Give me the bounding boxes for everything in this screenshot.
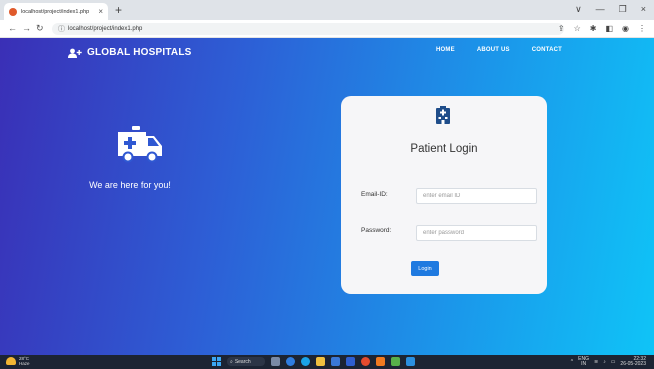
bookmark-star-icon[interactable]: ☆: [574, 23, 581, 34]
page-content: GLOBAL HOSPITALS HOME ABOUT US CONTACT W…: [0, 38, 654, 355]
search-label: Search: [234, 358, 251, 365]
user-plus-icon: [68, 48, 82, 58]
windows-start-icon[interactable]: [212, 357, 221, 366]
chrome-icon[interactable]: [361, 357, 370, 366]
store-icon[interactable]: [331, 357, 340, 366]
window-controls: ∨ — ❐ ×: [575, 4, 646, 14]
extensions-icon[interactable]: ✱: [590, 23, 597, 34]
new-tab-button[interactable]: +: [115, 3, 122, 17]
file-explorer-icon[interactable]: [316, 357, 325, 366]
maximize-button[interactable]: ❐: [619, 4, 627, 14]
taskbar-apps: ⌕ Search: [212, 357, 415, 366]
nav-about-us[interactable]: ABOUT US: [477, 47, 510, 53]
password-field[interactable]: [416, 225, 537, 241]
office-icon[interactable]: [376, 357, 385, 366]
mail-icon[interactable]: [346, 357, 355, 366]
taskbar: 28°C Haze ⌕ Search ^ ENG IN ≋ ♪ ▭ 22:32 …: [0, 355, 654, 369]
back-icon[interactable]: ←: [8, 23, 17, 34]
search-icon: ⌕: [230, 358, 233, 365]
nav-home[interactable]: HOME: [436, 47, 455, 53]
edge-browser-icon[interactable]: [301, 357, 310, 366]
login-title: Patient Login: [410, 143, 478, 155]
region: IN: [581, 361, 587, 367]
url-text: localhost/project/index1.php: [68, 26, 143, 32]
main-nav: HOME ABOUT US CONTACT: [436, 47, 562, 53]
weather-text: 28°C Haze: [19, 356, 30, 366]
vscode-icon[interactable]: [406, 357, 415, 366]
login-button[interactable]: Login: [411, 261, 439, 276]
weather-icon: [6, 357, 16, 365]
language-indicator[interactable]: ENG IN: [578, 357, 589, 367]
login-card: Patient Login Email-ID: Password: Login: [341, 96, 547, 294]
clock[interactable]: 22:32 26-05-2023: [620, 357, 646, 367]
close-window-button[interactable]: ×: [641, 4, 646, 14]
brand[interactable]: GLOBAL HOSPITALS: [68, 47, 192, 58]
menu-icon[interactable]: ⋮: [638, 23, 646, 34]
tagline: We are here for you!: [89, 180, 171, 190]
battery-icon[interactable]: ▭: [611, 359, 616, 365]
browser-tab-bar: localhost/project/index1.php × + ∨ — ❐ ×: [0, 0, 654, 20]
email-field[interactable]: [416, 188, 537, 204]
profile-avatar-icon[interactable]: ◉: [622, 23, 629, 34]
reload-icon[interactable]: ↻: [36, 23, 44, 34]
site-info-icon[interactable]: ⓘ: [58, 24, 65, 34]
nav-contact[interactable]: CONTACT: [532, 47, 562, 53]
email-label: Email-ID:: [361, 191, 388, 198]
address-bar-row: ← → ↻ ⓘ localhost/project/index1.php ⇪ ☆…: [0, 20, 654, 38]
minimize-button[interactable]: —: [596, 4, 605, 14]
ambulance-icon: [118, 126, 162, 163]
url-field[interactable]: ⓘ localhost/project/index1.php: [52, 23, 564, 35]
volume-icon[interactable]: ♪: [603, 359, 606, 365]
hospital-icon: [436, 106, 450, 124]
tab-search-icon[interactable]: ∨: [575, 4, 582, 14]
taskbar-search[interactable]: ⌕ Search: [227, 357, 265, 366]
password-label: Password:: [361, 227, 392, 234]
extension-icons: ⇪ ☆ ✱ ◧ ◉ ⋮: [558, 23, 646, 34]
share-icon[interactable]: ⇪: [558, 23, 565, 34]
wifi-icon[interactable]: ≋: [594, 359, 598, 365]
chat-icon[interactable]: [286, 357, 295, 366]
tab-close-icon[interactable]: ×: [98, 7, 103, 16]
tab-title: localhost/project/index1.php: [21, 8, 90, 15]
task-view-icon[interactable]: [271, 357, 280, 366]
browser-tab[interactable]: localhost/project/index1.php ×: [4, 3, 108, 20]
forward-icon[interactable]: →: [22, 23, 31, 34]
weather-desc: Haze: [19, 361, 30, 366]
brand-name: GLOBAL HOSPITALS: [87, 47, 192, 58]
tray-chevron-icon[interactable]: ^: [571, 359, 573, 365]
sidebar-icon[interactable]: ◧: [605, 23, 613, 34]
weather-widget[interactable]: 28°C Haze: [6, 356, 30, 366]
favicon-icon: [9, 7, 17, 16]
system-tray: ^ ENG IN ≋ ♪ ▭ 22:32 26-05-2023: [571, 357, 646, 367]
xampp-icon[interactable]: [391, 357, 400, 366]
date: 26-05-2023: [620, 361, 646, 367]
